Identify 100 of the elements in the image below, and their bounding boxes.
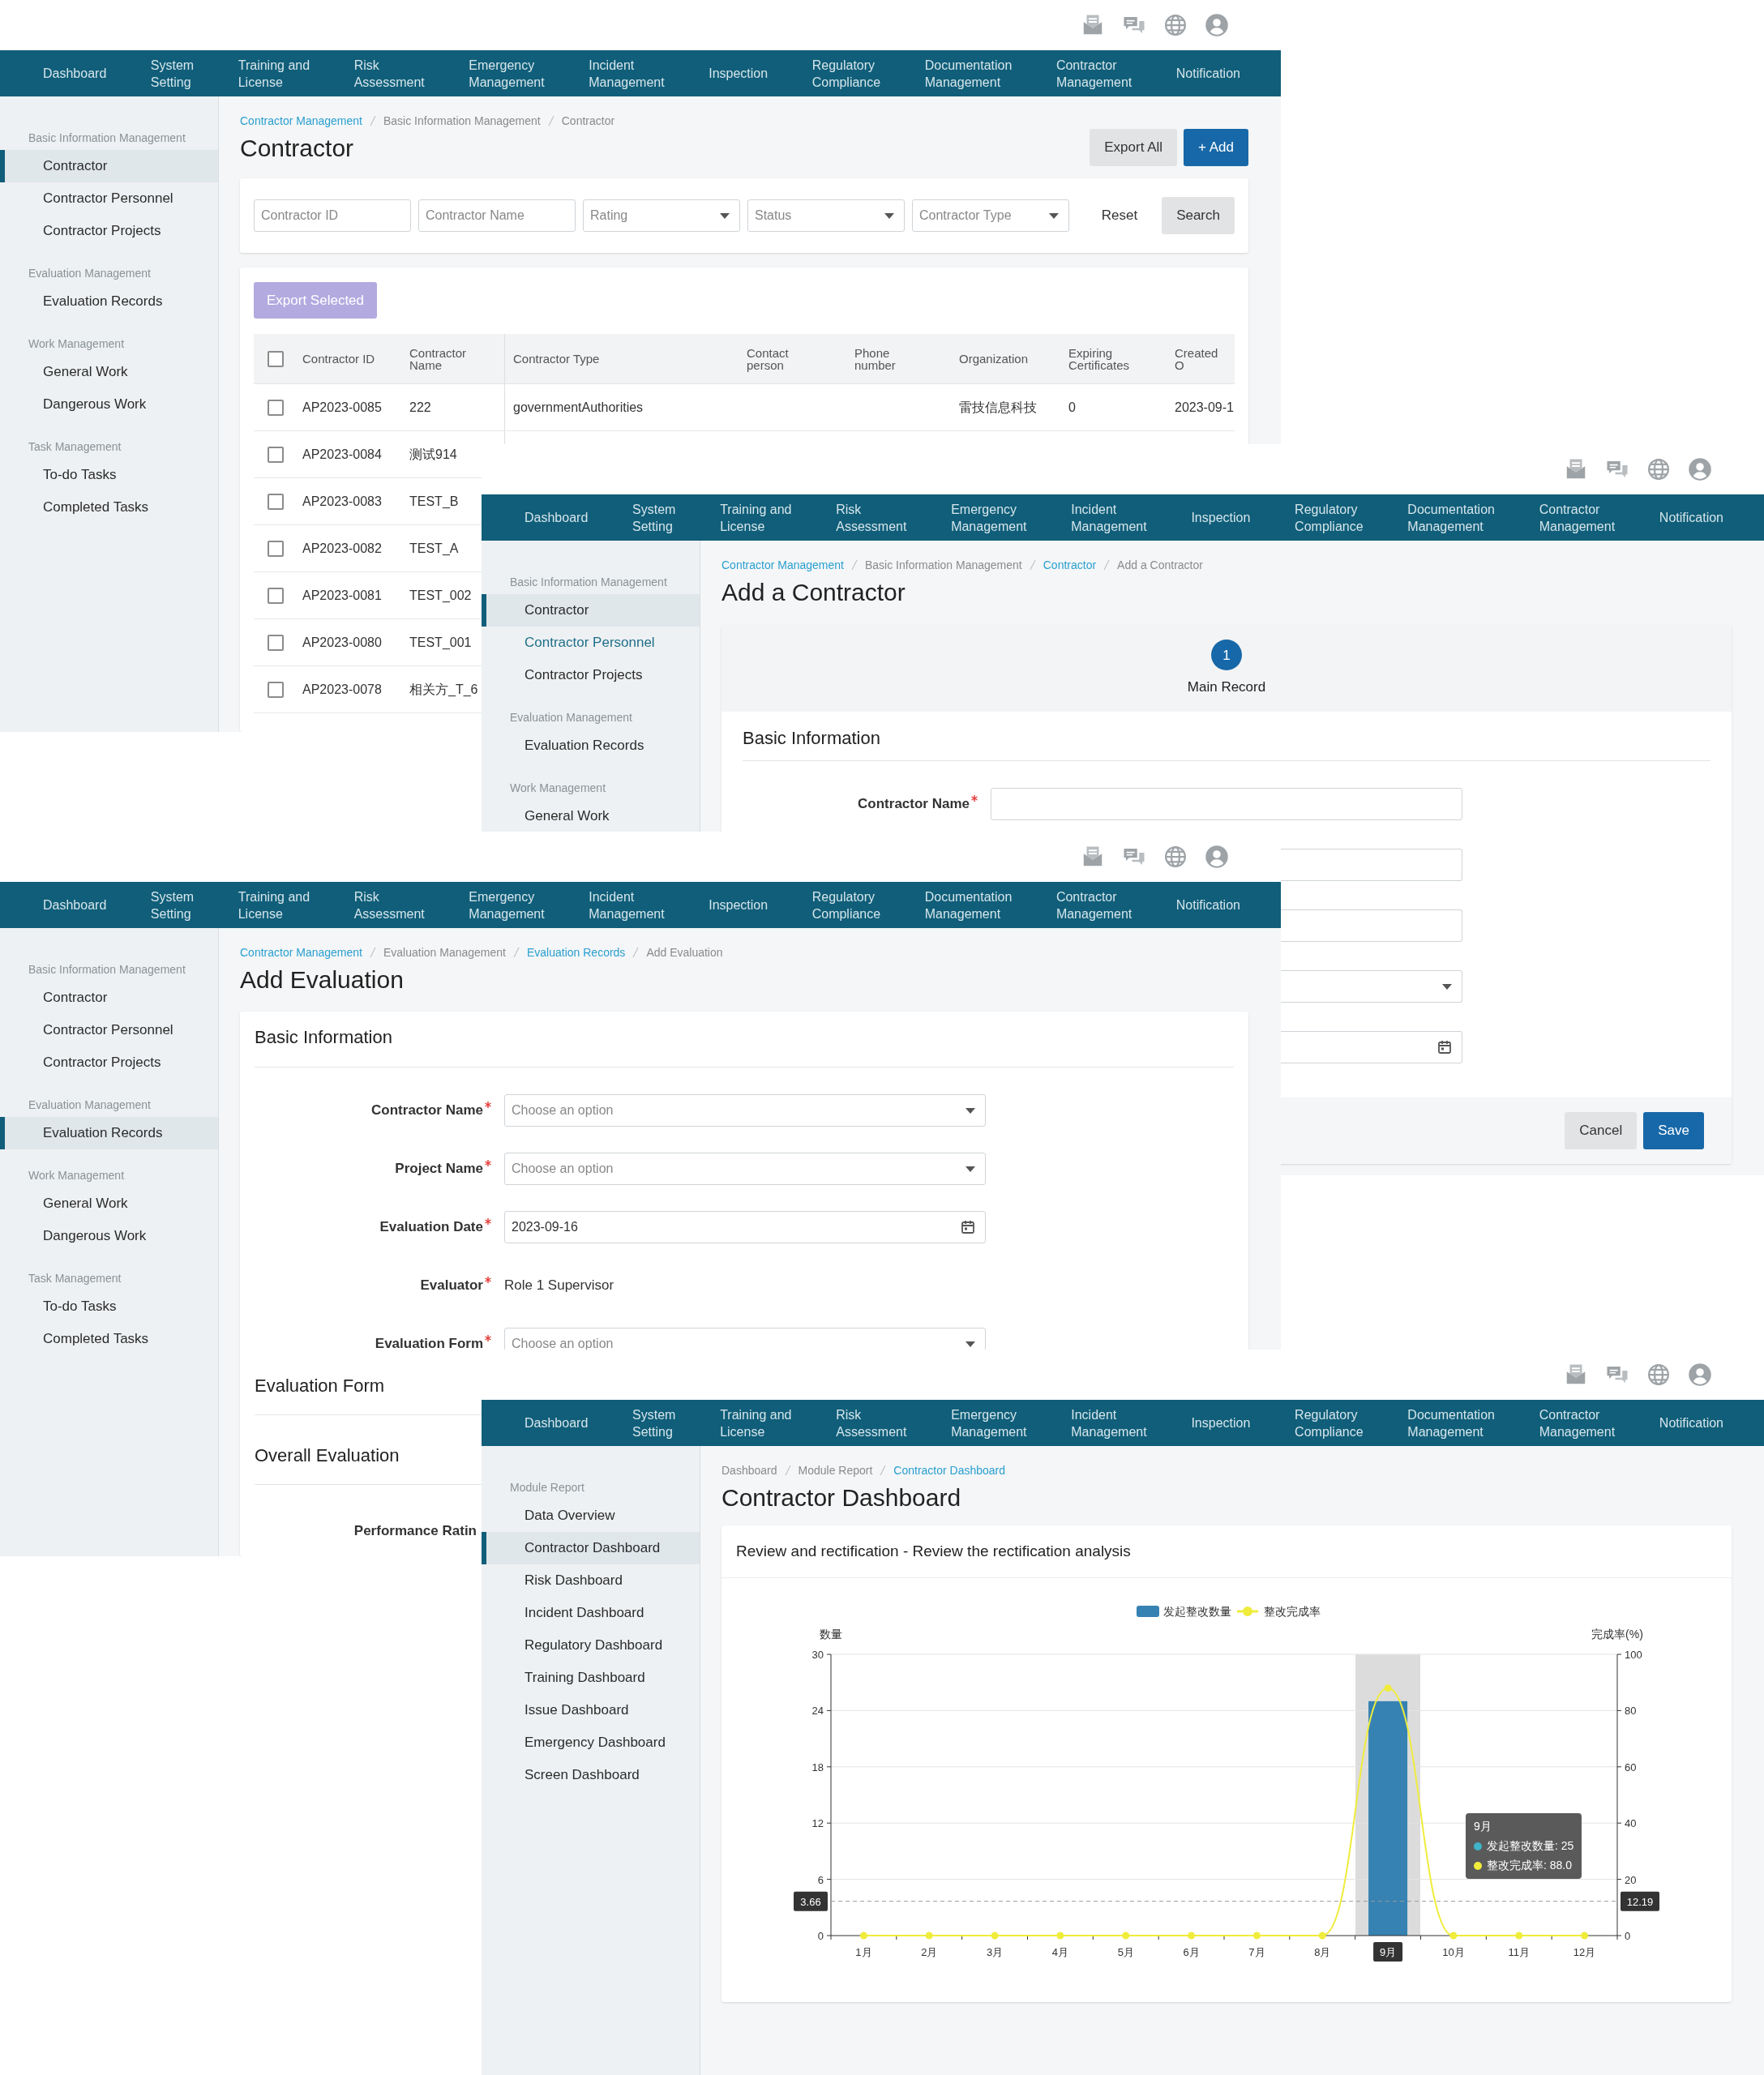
nav-item[interactable]: Incident Management: [589, 888, 665, 922]
checkbox[interactable]: [268, 493, 284, 510]
nav-item[interactable]: Dashboard: [43, 65, 107, 82]
sidebar-item[interactable]: Risk Dashboard: [482, 1564, 700, 1597]
text-field[interactable]: [1281, 909, 1462, 942]
sidebar-item[interactable]: Issue Dashboard: [482, 1694, 700, 1726]
globe-icon[interactable]: [1646, 1363, 1671, 1387]
sidebar-item[interactable]: General Work: [482, 800, 700, 832]
sidebar-item[interactable]: Evaluation Records: [0, 285, 218, 318]
nav-item[interactable]: Dashboard: [524, 509, 589, 526]
action-button[interactable]: Export All: [1090, 129, 1178, 166]
checkbox[interactable]: [268, 587, 284, 604]
checkbox[interactable]: [268, 634, 284, 651]
user-icon[interactable]: [1205, 845, 1229, 869]
checkbox[interactable]: [268, 681, 284, 698]
nav-item[interactable]: Training and License: [720, 1405, 792, 1440]
select-field[interactable]: Contractor Type: [912, 199, 1069, 232]
user-icon[interactable]: [1688, 1363, 1712, 1387]
sidebar-item[interactable]: Data Overview: [482, 1500, 700, 1532]
text-field[interactable]: [1281, 849, 1462, 881]
nav-item[interactable]: Dashboard: [43, 896, 107, 913]
select-field[interactable]: Status: [747, 199, 905, 232]
nav-item[interactable]: Incident Management: [589, 56, 665, 91]
user-icon[interactable]: [1205, 13, 1229, 37]
action-button[interactable]: + Add: [1184, 129, 1248, 166]
nav-item[interactable]: Notification: [1175, 896, 1240, 913]
nav-item[interactable]: Incident Management: [1071, 1405, 1147, 1440]
sidebar-item[interactable]: General Work: [0, 1187, 218, 1220]
select-field[interactable]: Rating: [583, 199, 740, 232]
checkbox[interactable]: [268, 399, 284, 416]
sidebar-item[interactable]: Evaluation Records: [482, 729, 700, 762]
sidebar-item[interactable]: Contractor Projects: [0, 1046, 218, 1079]
nav-item[interactable]: System Setting: [150, 888, 195, 922]
sidebar-item[interactable]: Incident Dashboard: [482, 1597, 700, 1629]
nav-item[interactable]: Documentation Management: [924, 56, 1013, 91]
sidebar-item[interactable]: Evaluation Records: [0, 1117, 218, 1149]
nav-item[interactable]: System Setting: [632, 500, 676, 535]
sidebar-item[interactable]: Contractor Projects: [0, 215, 218, 247]
nav-item[interactable]: Notification: [1659, 509, 1723, 526]
checkbox[interactable]: [268, 540, 284, 557]
sidebar-item[interactable]: Contractor: [0, 150, 218, 182]
globe-icon[interactable]: [1163, 13, 1188, 37]
text-field[interactable]: Contractor ID: [254, 199, 411, 232]
sidebar-item[interactable]: Screen Dashboard: [482, 1759, 700, 1791]
nav-item[interactable]: Dashboard: [524, 1414, 589, 1431]
sidebar-item[interactable]: Contractor Personnel: [0, 1014, 218, 1046]
select-field[interactable]: Choose an option: [504, 1153, 986, 1185]
nav-item[interactable]: Inspection: [1191, 1414, 1251, 1431]
nav-item[interactable]: Contractor Management: [1055, 56, 1132, 91]
text-field[interactable]: [991, 788, 1462, 820]
sidebar-item[interactable]: Dangerous Work: [0, 388, 218, 421]
select-field[interactable]: [1281, 970, 1462, 1003]
nav-item[interactable]: System Setting: [632, 1405, 676, 1440]
nav-item[interactable]: Risk Assessment: [836, 500, 907, 535]
nav-item[interactable]: Regulatory Compliance: [1295, 1405, 1364, 1440]
nav-item[interactable]: Inspection: [709, 896, 769, 913]
sidebar-item[interactable]: Contractor: [0, 982, 218, 1014]
nav-item[interactable]: Emergency Management: [951, 1405, 1027, 1440]
date-field[interactable]: 2023-09-16: [504, 1211, 986, 1243]
sidebar-item[interactable]: To-do Tasks: [0, 1290, 218, 1323]
select-field[interactable]: Choose an option: [504, 1094, 986, 1127]
sidebar-item[interactable]: Contractor: [482, 594, 700, 627]
sidebar-item[interactable]: Contractor Projects: [482, 659, 700, 691]
sidebar-item[interactable]: Emergency Dashboard: [482, 1726, 700, 1759]
nav-item[interactable]: Emergency Management: [469, 56, 545, 91]
checkbox[interactable]: [268, 446, 284, 463]
nav-item[interactable]: Contractor Management: [1055, 888, 1132, 922]
sidebar-item[interactable]: Completed Tasks: [0, 491, 218, 524]
nav-item[interactable]: Training and License: [720, 500, 792, 535]
nav-item[interactable]: Inspection: [1191, 509, 1251, 526]
sidebar-item[interactable]: Dangerous Work: [0, 1220, 218, 1252]
text-field[interactable]: Contractor Name: [418, 199, 576, 232]
nav-item[interactable]: Documentation Management: [1407, 500, 1495, 535]
action-button[interactable]: Cancel: [1565, 1112, 1638, 1149]
sidebar-item[interactable]: Completed Tasks: [0, 1323, 218, 1355]
nav-item[interactable]: Regulatory Compliance: [1295, 500, 1364, 535]
nav-item[interactable]: Incident Management: [1071, 500, 1147, 535]
date-field[interactable]: [1281, 1031, 1462, 1063]
checkbox[interactable]: [268, 350, 284, 367]
sidebar-item[interactable]: General Work: [0, 356, 218, 388]
sidebar-item[interactable]: Contractor Dashboard: [482, 1532, 700, 1564]
sidebar-item[interactable]: Contractor Personnel: [0, 182, 218, 215]
nav-item[interactable]: Training and License: [238, 888, 310, 922]
sidebar-item[interactable]: To-do Tasks: [0, 459, 218, 491]
nav-item[interactable]: Documentation Management: [924, 888, 1013, 922]
user-icon[interactable]: [1688, 457, 1712, 481]
sidebar-item[interactable]: Training Dashboard: [482, 1662, 700, 1694]
sidebar-item[interactable]: Contractor Personnel: [482, 627, 700, 659]
nav-item[interactable]: Regulatory Compliance: [811, 56, 881, 91]
nav-item[interactable]: Risk Assessment: [836, 1405, 907, 1440]
globe-icon[interactable]: [1163, 845, 1188, 869]
nav-item[interactable]: Notification: [1175, 65, 1240, 82]
sidebar-item[interactable]: Regulatory Dashboard: [482, 1629, 700, 1662]
nav-item[interactable]: Regulatory Compliance: [811, 888, 881, 922]
action-button[interactable]: Reset: [1086, 197, 1153, 234]
nav-item[interactable]: Risk Assessment: [353, 56, 425, 91]
nav-item[interactable]: Contractor Management: [1539, 1405, 1616, 1440]
action-button[interactable]: Search: [1162, 197, 1235, 234]
nav-item[interactable]: Emergency Management: [951, 500, 1027, 535]
nav-item[interactable]: Risk Assessment: [353, 888, 425, 922]
